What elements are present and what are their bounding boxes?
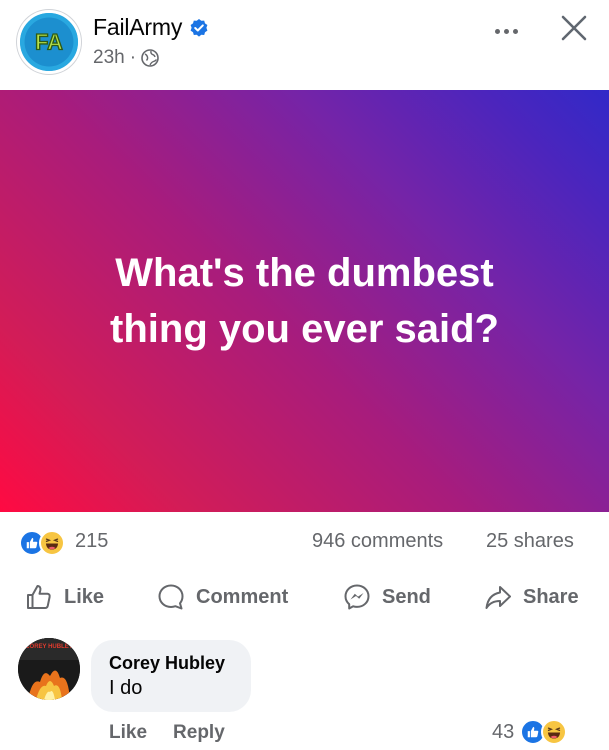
comment-reaction-count: 43	[492, 720, 515, 743]
comment-reply-button[interactable]: Reply	[173, 722, 225, 744]
post-meta: 23h ·	[93, 47, 159, 69]
comment-text: I do	[109, 677, 143, 699]
reaction-icons[interactable]	[19, 528, 73, 556]
post-text: What's the dumbest thing you ever said?	[110, 251, 499, 351]
send-button[interactable]: Send	[342, 576, 431, 618]
comment-actions: Like Reply	[109, 722, 225, 744]
share-arrow-icon	[483, 582, 513, 612]
post-background-card[interactable]: What's the dumbest thing you ever said?	[0, 90, 609, 512]
page-name-row: FailArmy	[93, 14, 209, 41]
commenter-avatar[interactable]: COREY HUBLEY	[18, 638, 80, 700]
like-button[interactable]: Like	[24, 576, 104, 618]
comment-button[interactable]: Comment	[156, 576, 288, 618]
post-timestamp[interactable]: 23h	[93, 47, 125, 69]
comment-label: Comment	[196, 585, 289, 608]
reaction-count[interactable]: 215	[75, 530, 108, 553]
comment-author[interactable]: Corey Hubley	[109, 652, 233, 674]
haha-reaction-icon	[39, 530, 65, 556]
share-label: Share	[523, 585, 579, 608]
comment-bubble[interactable]: Corey Hubley I do	[91, 640, 251, 712]
commenter-avatar-image: COREY HUBLEY	[18, 638, 80, 700]
svg-text:COREY HUBLEY: COREY HUBLEY	[25, 644, 73, 650]
messenger-icon	[342, 582, 372, 612]
haha-reaction-icon	[541, 719, 568, 745]
post-action-bar: Like Comment Send Share	[0, 576, 609, 618]
page-avatar[interactable]: FA	[17, 10, 81, 74]
comment-reactions[interactable]: 43	[492, 717, 568, 747]
close-icon[interactable]	[558, 12, 590, 44]
like-label: Like	[64, 585, 105, 608]
page-name[interactable]: FailArmy	[93, 14, 182, 41]
thumbs-up-icon	[24, 582, 54, 612]
globe-icon	[141, 49, 159, 67]
comment-like-button[interactable]: Like	[109, 722, 147, 744]
comments-count[interactable]: 946 comments	[312, 530, 443, 553]
post-stats-row: 215 946 comments 25 shares	[0, 524, 609, 560]
send-label: Send	[382, 585, 431, 608]
failarmy-logo-icon: FA	[20, 13, 78, 71]
meta-separator: ·	[129, 47, 137, 68]
verified-icon	[189, 18, 209, 38]
share-button[interactable]: Share	[483, 576, 579, 618]
comment-icon	[156, 582, 186, 612]
svg-text:FA: FA	[35, 29, 63, 54]
more-options-icon[interactable]	[488, 16, 524, 46]
post-header: FA FailArmy 23h ·	[0, 0, 609, 90]
shares-count[interactable]: 25 shares	[486, 530, 574, 553]
